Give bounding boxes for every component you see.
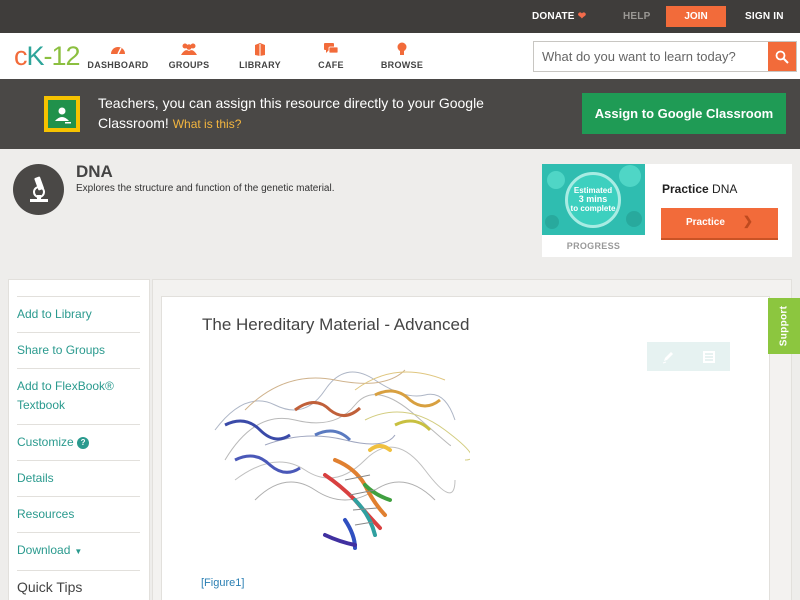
nav-library[interactable]: LIBRARY [225, 41, 295, 70]
help-link[interactable]: HELP [623, 11, 650, 22]
ck12-logo[interactable]: cK-12 [14, 41, 81, 72]
search-input[interactable] [534, 42, 769, 71]
cafe-icon [296, 41, 366, 57]
sidebar-item-download[interactable]: Download ▼ [17, 532, 140, 570]
progress-label: PROGRESS [566, 241, 621, 251]
sidebar-item-label: Share to Groups [17, 343, 106, 357]
nav-browse-label: BROWSE [380, 60, 424, 70]
sidebar: Add to Library Share to Groups Add to Fl… [8, 279, 150, 600]
practice-button[interactable]: Practice ❯ [661, 208, 778, 238]
support-label: Support [778, 305, 790, 347]
donate-label: DONATE [532, 11, 575, 22]
sidebar-item-details[interactable]: Details [17, 460, 140, 496]
what-is-this-link[interactable]: What is this? [173, 117, 242, 131]
progress-image: Estimated 3 mins to complete [542, 164, 645, 235]
sidebar-item-label: Customize [17, 435, 74, 449]
dna-protein-figure [205, 350, 473, 560]
heart-icon: ❤ [577, 11, 587, 22]
annotate-button[interactable] [647, 342, 688, 371]
search-icon [775, 50, 789, 64]
nav-browse[interactable]: BROWSE [367, 41, 437, 70]
nav-dashboard[interactable]: DASHBOARD [83, 41, 153, 70]
search-box [533, 41, 797, 72]
nav-cafe-label: CAFE [318, 60, 344, 70]
support-tab[interactable]: Support [768, 298, 800, 354]
nav-groups-label: GROUPS [168, 60, 210, 70]
banner-text: Teachers, you can assign this resource d… [98, 95, 484, 131]
practice-title-topic: DNA [712, 182, 738, 196]
banner-message: Teachers, you can assign this resource d… [98, 93, 518, 134]
logo-k: K [26, 41, 45, 71]
nav-groups[interactable]: GROUPS [154, 41, 224, 70]
quick-tips-heading: Quick Tips [17, 570, 140, 595]
nav-library-label: LIBRARY [239, 60, 281, 70]
concept-title: DNA [76, 162, 113, 181]
sidebar-item-label-line2: Textbook [17, 398, 66, 412]
sidebar-item-customize[interactable]: Customize ? [17, 424, 140, 460]
practice-title-bold: Practice [662, 182, 709, 196]
sidebar-item-label: Resources [17, 507, 75, 521]
sidebar-item-label: Add to FlexBook® [17, 379, 114, 393]
sign-in-link[interactable]: SIGN IN [745, 11, 784, 22]
nav-cafe[interactable]: CAFE [296, 41, 366, 70]
concept-description: Explores the structure and function of t… [76, 183, 335, 194]
top-bar: DONATE ❤ HELP JOIN SIGN IN [0, 0, 800, 33]
estimated-time: 3 mins [578, 194, 608, 204]
sidebar-item-add-to-flexbook[interactable]: Add to FlexBook® Textbook [17, 368, 140, 424]
library-icon [225, 41, 295, 57]
sidebar-item-share-to-groups[interactable]: Share to Groups [17, 332, 140, 368]
microscope-icon [13, 164, 64, 215]
pencil-icon [662, 351, 673, 363]
help-icon[interactable]: ? [77, 437, 90, 449]
dna-protein-image [214, 369, 473, 550]
sidebar-item-label: Add to Library [17, 307, 92, 321]
sidebar-item-label: Download [17, 543, 71, 557]
caret-down-icon: ▼ [74, 547, 83, 556]
lesson-title: The Hereditary Material - Advanced [202, 315, 470, 334]
nav-dashboard-label: DASHBOARD [87, 60, 149, 70]
dashboard-icon [83, 41, 153, 57]
google-classroom-icon [44, 96, 80, 132]
sidebar-item-resources[interactable]: Resources [17, 496, 140, 532]
lesson-tools [647, 342, 730, 371]
chevron-right-icon: ❯ [742, 214, 753, 228]
practice-button-label: Practice [686, 217, 725, 228]
logo-12: -12 [43, 41, 81, 71]
estimated-suffix: to complete [570, 204, 616, 213]
practice-title: Practice DNA [662, 182, 737, 196]
figure-caption[interactable]: [Figure1] [201, 577, 244, 589]
notes-button[interactable] [688, 342, 729, 371]
donate-link[interactable]: DONATE ❤ [532, 11, 586, 22]
main-nav: cK-12 DASHBOARD GROUPS LIBRARY CAFE BROW… [0, 33, 800, 79]
practice-card: Estimated 3 mins to complete PROGRESS Pr… [542, 164, 792, 257]
estimated-time-badge: Estimated 3 mins to complete [565, 172, 621, 228]
join-button[interactable]: JOIN [666, 6, 726, 27]
search-button[interactable] [768, 42, 796, 71]
sidebar-item-add-to-library[interactable]: Add to Library [17, 296, 140, 332]
groups-icon [154, 41, 224, 57]
notes-icon [702, 350, 715, 363]
browse-icon [367, 41, 437, 57]
sidebar-item-label: Details [17, 471, 54, 485]
assign-google-classroom-button[interactable]: Assign to Google Classroom [582, 93, 786, 134]
logo-c: c [14, 41, 27, 71]
